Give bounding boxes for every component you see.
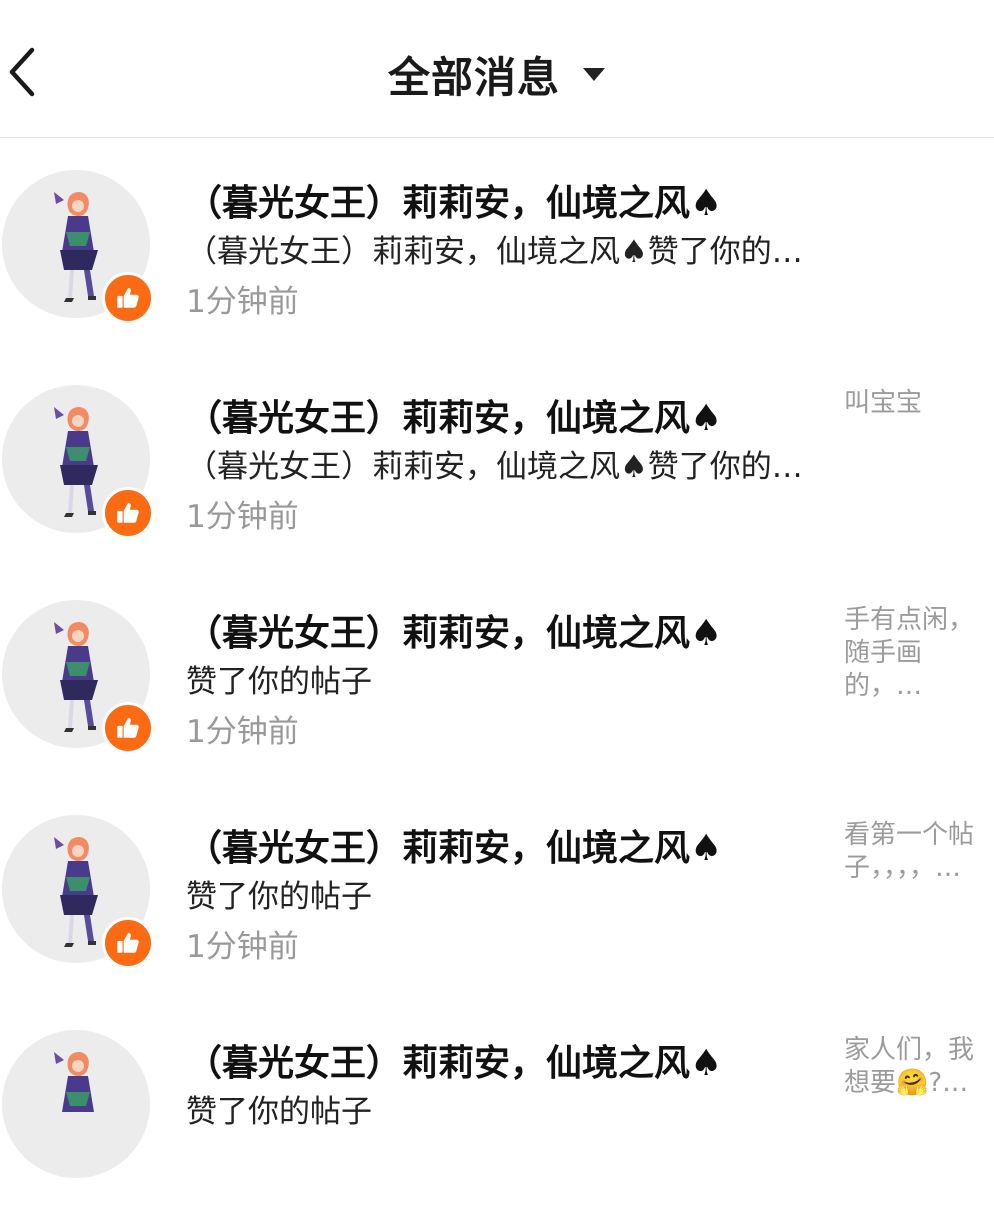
anime-character-avatar-icon [2, 1030, 150, 1178]
thumbs-up-icon [117, 718, 139, 738]
sender-name: （暮光女王）莉莉安，仙境之风♠ [186, 1043, 723, 1084]
post-snippet[interactable]: 手有点闲，随手画的，… [844, 604, 989, 703]
message-item[interactable]: （暮光女王）莉莉安，仙境之风♠ 赞了你的帖子 1分钟前 看第一个帖子，，，，… [0, 783, 994, 998]
message-item[interactable]: （暮光女王）莉莉安，仙境之风♠ 赞了你的帖子 1分钟前 手有点闲，随手画的，… [0, 568, 994, 783]
sender-name: （暮光女王）莉莉安，仙境之风♠ [186, 183, 723, 224]
action-text: 赞了你的帖子 [186, 879, 372, 915]
action-text: 赞了你的帖子 [186, 1094, 372, 1130]
post-snippet[interactable]: 叫宝宝 [844, 387, 989, 420]
sender-name: （暮光女王）莉莉安，仙境之风♠ [186, 828, 723, 869]
caret-down-icon [583, 68, 605, 81]
like-badge [102, 487, 154, 539]
avatar[interactable] [2, 1030, 150, 1178]
message-item[interactable]: （暮光女王）莉莉安，仙境之风♠ （暮光女王）莉莉安，仙境之风♠赞了你的… 1分钟… [0, 138, 994, 353]
post-snippet[interactable]: 家人们，我想要🤗?… [844, 1034, 989, 1100]
sender-name: （暮光女王）莉莉安，仙境之风♠ [186, 398, 723, 439]
top-bar: 全部消息 [0, 0, 994, 138]
message-item[interactable]: （暮光女王）莉莉安，仙境之风♠ （暮光女王）莉莉安，仙境之风♠赞了你的… 1分钟… [0, 353, 994, 568]
post-snippet[interactable]: 看第一个帖子，，，，… [844, 819, 989, 885]
title-selector[interactable]: 全部消息 [0, 44, 994, 104]
like-badge [102, 702, 154, 754]
timestamp: 1分钟前 [186, 284, 299, 320]
action-text: 赞了你的帖子 [186, 664, 372, 700]
page-title: 全部消息 [387, 52, 560, 102]
timestamp: 1分钟前 [186, 929, 299, 965]
like-badge [102, 917, 154, 969]
timestamp: 1分钟前 [186, 499, 299, 535]
like-badge [102, 272, 154, 324]
thumbs-up-icon [117, 503, 139, 523]
action-text: （暮光女王）莉莉安，仙境之风♠赞了你的… [186, 234, 803, 270]
thumbs-up-icon [117, 933, 139, 953]
action-text: （暮光女王）莉莉安，仙境之风♠赞了你的… [186, 449, 803, 485]
message-item[interactable]: （暮光女王）莉莉安，仙境之风♠ 赞了你的帖子 家人们，我想要🤗?… [0, 998, 994, 1213]
thumbs-up-icon [117, 288, 139, 308]
sender-name: （暮光女王）莉莉安，仙境之风♠ [186, 613, 723, 654]
timestamp: 1分钟前 [186, 714, 299, 750]
